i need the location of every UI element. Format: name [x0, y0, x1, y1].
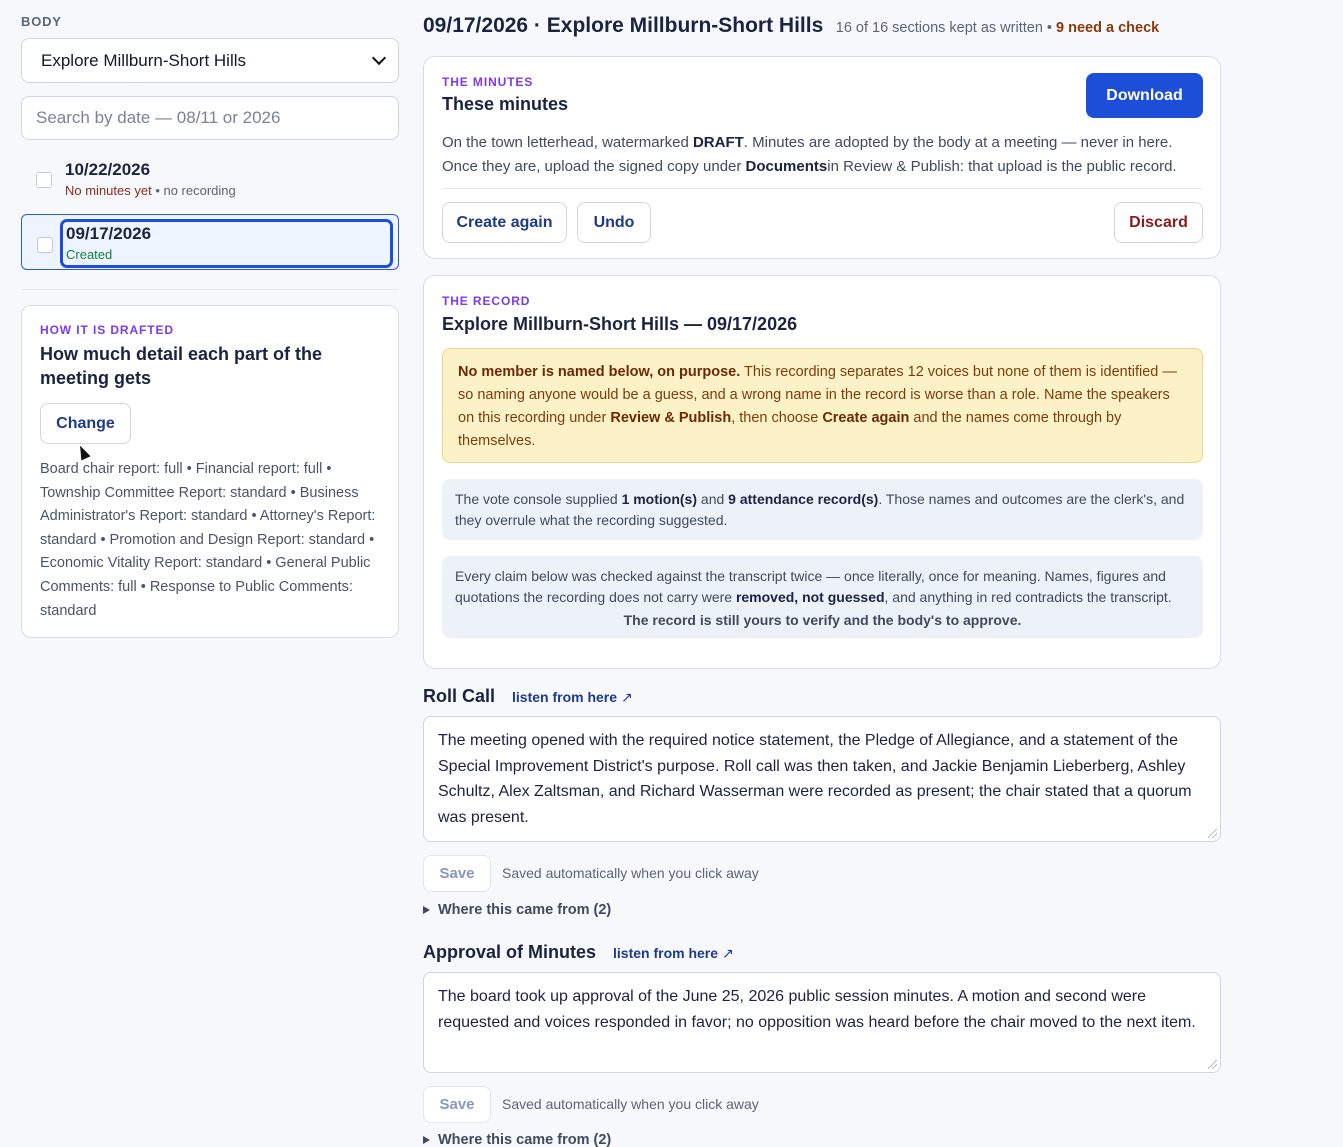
meeting-item-selected[interactable]: 09/17/2026 Created — [21, 214, 399, 270]
change-button[interactable]: Change — [40, 403, 131, 444]
meeting-item[interactable]: 10/22/2026 No minutes yet • no recording — [21, 154, 399, 210]
sources-toggle[interactable]: Where this came from (2) — [423, 902, 611, 918]
check-removed: removed, not guessed — [735, 589, 885, 605]
listen-label: listen from here — [613, 945, 719, 961]
desc-text: in Review & Publish: that upload is the … — [827, 158, 1177, 175]
meeting-checkbox[interactable] — [37, 237, 53, 253]
save-button[interactable]: Save — [423, 855, 491, 892]
autosave-note: Saved automatically when you click away — [502, 1096, 759, 1112]
drafting-card: HOW IT IS DRAFTED How much detail each p… — [21, 305, 399, 638]
divider — [21, 289, 399, 290]
sections-kept: 16 of 16 sections kept as written • — [835, 20, 1052, 36]
chevron-down-icon — [371, 50, 387, 66]
section-text: The board took up approval of the June 2… — [438, 988, 1196, 1031]
meeting-status: Created — [66, 247, 113, 262]
meeting-status: No minutes yet • no recording — [65, 183, 236, 198]
create-again-button[interactable]: Create again — [442, 202, 567, 243]
body-select[interactable]: Explore Millburn-Short Hills — [21, 38, 399, 83]
vote-text: and — [697, 491, 729, 507]
page-meta: 16 of 16 sections kept as written • 9 ne… — [836, 20, 1159, 36]
check-final: The record is still yours to verify and … — [623, 612, 1022, 628]
desc-text: On the town letterhead, watermarked — [442, 134, 693, 151]
meeting-status-text: No minutes yet — [65, 183, 152, 198]
body-select-value: Explore Millburn-Short Hills — [41, 50, 247, 70]
section-header-approval: Approval of Minutes listen from here ↗ — [423, 942, 734, 963]
sources-label: Where this came from (2) — [438, 1132, 612, 1147]
disclosure-triangle-icon — [423, 1136, 430, 1144]
section-text: The meeting opened with the required not… — [438, 732, 1192, 827]
minutes-description: On the town letterhead, watermarked DRAF… — [442, 131, 1204, 179]
unnamed-speakers-warning: No member is named below, on purpose. Th… — [442, 348, 1203, 463]
record-card: THE RECORD Explore Millburn-Short Hills … — [423, 275, 1221, 669]
check-text: , and anything in red contradicts the tr… — [884, 589, 1172, 605]
vote-attendance: 9 attendance record(s) — [728, 491, 879, 507]
listen-label: listen from here — [512, 689, 618, 705]
drafting-kicker: HOW IT IS DRAFTED — [40, 323, 174, 337]
external-arrow-icon: ↗ — [621, 689, 633, 705]
section-text-editor[interactable]: The meeting opened with the required not… — [423, 716, 1221, 842]
vote-console-note: The vote console supplied 1 motion(s) an… — [442, 479, 1203, 540]
sources-toggle[interactable]: Where this came from (2) — [423, 1132, 611, 1147]
section-header-roll-call: Roll Call listen from here ↗ — [423, 686, 633, 707]
vote-motions: 1 motion(s) — [621, 491, 698, 507]
vote-text: The vote console supplied — [455, 491, 622, 507]
desc-documents: Documents — [745, 158, 828, 175]
autosave-note: Saved automatically when you click away — [502, 865, 759, 881]
minutes-card: THE MINUTES These minutes Download On th… — [423, 56, 1221, 259]
save-button[interactable]: Save — [423, 1086, 491, 1123]
warning-review: Review & Publish — [610, 410, 732, 426]
warning-bold: No member is named below, on purpose. — [458, 364, 741, 380]
listen-link[interactable]: listen from here ↗ — [512, 689, 633, 706]
record-title: Explore Millburn-Short Hills — 09/17/202… — [442, 314, 798, 334]
verification-note: Every claim below was checked against th… — [442, 556, 1203, 638]
section-title: Approval of Minutes — [423, 942, 597, 962]
page-title: 09/17/2026 · Explore Millburn-Short Hill… — [423, 14, 824, 37]
divider — [442, 188, 1203, 189]
section-text-editor[interactable]: The board took up approval of the June 2… — [423, 972, 1221, 1073]
resize-handle-icon[interactable] — [1208, 1060, 1217, 1069]
record-kicker: THE RECORD — [442, 294, 531, 308]
download-button[interactable]: Download — [1086, 73, 1203, 118]
undo-button[interactable]: Undo — [577, 202, 651, 243]
meeting-status-extra: • no recording — [151, 183, 236, 198]
minutes-kicker: THE MINUTES — [442, 75, 534, 89]
section-title: Roll Call — [423, 686, 496, 706]
drafting-title: How much detail each part of the meeting… — [40, 344, 323, 388]
body-label: BODY — [21, 14, 62, 29]
desc-draft: DRAFT — [692, 134, 744, 151]
warning-create: Create again — [822, 410, 910, 426]
external-arrow-icon: ↗ — [722, 945, 734, 961]
resize-handle-icon[interactable] — [1208, 829, 1217, 838]
meeting-date: 10/22/2026 — [65, 160, 151, 179]
need-check-count: 9 need a check — [1056, 20, 1160, 36]
discard-button[interactable]: Discard — [1114, 202, 1203, 243]
page-header: 09/17/2026 · Explore Millburn-Short Hill… — [423, 14, 1159, 38]
date-search-input[interactable] — [21, 96, 399, 140]
listen-link[interactable]: listen from here ↗ — [613, 945, 734, 962]
meeting-date: 09/17/2026 — [66, 224, 152, 243]
meeting-checkbox[interactable] — [36, 172, 52, 188]
warning-text: , then choose — [731, 410, 823, 426]
sources-label: Where this came from (2) — [438, 902, 612, 918]
minutes-title: These minutes — [442, 94, 569, 114]
detail-levels-text: Board chair report: full • Financial rep… — [40, 461, 376, 619]
disclosure-triangle-icon — [423, 906, 430, 914]
